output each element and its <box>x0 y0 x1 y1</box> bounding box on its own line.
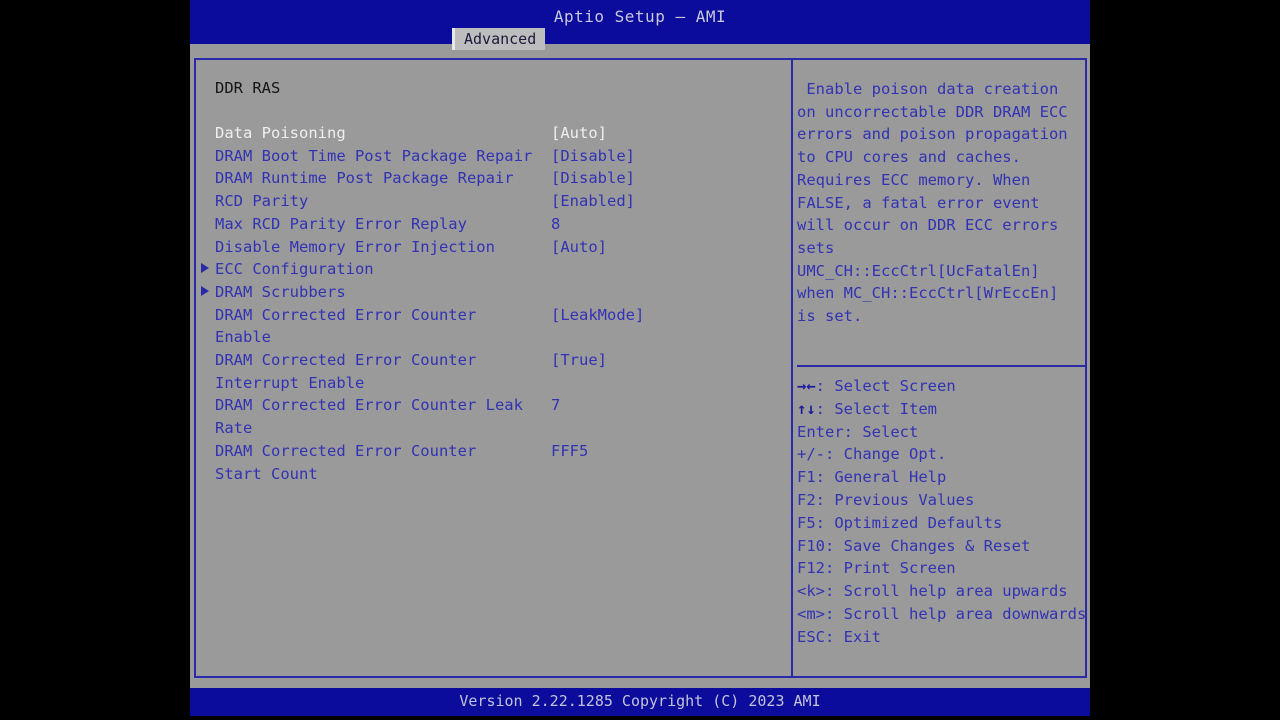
setting-row[interactable]: DRAM Scrubbers <box>196 281 790 304</box>
key-legend-line: Enter: Select <box>797 421 918 444</box>
key-legend-line: F12: Print Screen <box>797 557 956 580</box>
key-legend-line: <m>: Scroll help area downwards <box>797 603 1085 626</box>
key-legend-line: F1: General Help <box>797 466 946 489</box>
setting-label-wrap: Start Count <box>215 464 318 483</box>
setting-value[interactable]: [Disable] <box>551 167 635 190</box>
help-separator <box>797 365 1085 367</box>
setting-value[interactable]: 8 <box>551 213 560 236</box>
settings-list-panel: DDR RAS Data Poisoning [Auto] DRAM Boot Ti… <box>196 60 790 676</box>
setting-row-continuation: Enable <box>196 326 790 349</box>
setting-row[interactable]: DRAM Corrected Error Counter FFF5 <box>196 440 790 463</box>
setting-row-continuation: Interrupt Enable <box>196 372 790 395</box>
setting-label-wrap: Interrupt Enable <box>215 373 365 392</box>
section-title: DDR RAS <box>215 79 281 97</box>
setting-row[interactable]: DRAM Corrected Error Counter [True] <box>196 349 790 372</box>
key-legend-text: : Select Screen <box>815 377 956 395</box>
key-legend-text: <k>: Scroll help area upwards <box>797 582 1068 601</box>
key-legend-line: F2: Previous Values <box>797 489 974 512</box>
setting-label: Disable Memory Error Injection <box>215 237 495 256</box>
key-legend-line: ↑↓: Select Item <box>797 398 937 421</box>
key-legend-text: +/-: Change Opt. <box>797 445 947 464</box>
setting-row[interactable]: Max RCD Parity Error Replay 8 <box>196 213 790 236</box>
setting-row[interactable]: DRAM Corrected Error Counter [LeakMode] <box>196 304 790 327</box>
setting-row[interactable]: DRAM Boot Time Post Package Repair [Disab… <box>196 145 790 168</box>
submenu-arrow-icon <box>201 285 209 296</box>
setting-label: DRAM Boot Time Post Package Repair <box>215 146 533 165</box>
help-line: is set. <box>797 307 863 325</box>
key-legend-line: F10: Save Changes & Reset <box>797 535 1030 558</box>
key-legend-text: F2: Previous Values <box>797 491 975 509</box>
title-bar: Aptio Setup – AMI Advanced <box>190 0 1090 50</box>
bios-screen: Aptio Setup – AMI Advanced DDR RAS Data … <box>0 0 1280 720</box>
help-line: Requires ECC memory. When <box>797 170 1031 189</box>
setting-row[interactable]: DRAM Corrected Error Counter Leak 7 <box>196 394 790 417</box>
bios-window: Aptio Setup – AMI Advanced DDR RAS Data … <box>190 0 1090 716</box>
setting-label: DRAM Scrubbers <box>215 282 346 301</box>
setting-row-continuation: Start Count <box>196 463 790 486</box>
setting-label: ECC Configuration <box>215 260 374 279</box>
help-line: will occur on DDR ECC errors <box>797 216 1059 235</box>
help-line: sets <box>797 238 835 257</box>
key-legend-text: <m>: Scroll help area downwards <box>797 605 1085 623</box>
key-glyph-icon: ↑↓ <box>797 399 816 418</box>
key-legend-text: : Select Item <box>815 399 937 418</box>
key-legend-line: <k>: Scroll help area upwards <box>797 580 1068 603</box>
setting-value[interactable]: [Auto] <box>551 122 607 145</box>
help-line: when MC_CH::EccCtrl[WrEccEn] <box>797 284 1059 303</box>
setting-label: DRAM Runtime Post Package Repair <box>215 169 514 188</box>
key-legend-text: F5: Optimized Defaults <box>797 513 1003 532</box>
setting-label: DRAM Corrected Error Counter <box>215 351 477 369</box>
setting-row[interactable]: ECC Configuration <box>196 258 790 281</box>
setting-row-continuation: Rate <box>196 417 790 440</box>
key-legend-text: F10: Save Changes & Reset <box>797 536 1031 555</box>
setting-label: DRAM Corrected Error Counter Leak <box>215 396 523 415</box>
setting-row[interactable]: Disable Memory Error Injection [Auto] <box>196 236 790 259</box>
key-legend-line: +/-: Change Opt. <box>797 443 946 466</box>
setting-label: Max RCD Parity Error Replay <box>215 214 467 233</box>
tab-advanced[interactable]: Advanced <box>452 28 546 50</box>
help-line: UMC_CH::EccCtrl[UcFatalEn] <box>797 261 1040 280</box>
setting-value[interactable]: [Enabled] <box>551 190 635 213</box>
setting-value[interactable]: [LeakMode] <box>551 304 644 327</box>
version-text: Version 2.22.1285 Copyright (C) 2023 AMI <box>459 692 821 710</box>
submenu-arrow-icon <box>201 263 209 274</box>
key-legend-text: ESC: Exit <box>797 627 881 646</box>
setting-row[interactable]: DRAM Runtime Post Package Repair [Disable… <box>196 167 790 190</box>
setting-label: RCD Parity <box>215 192 309 211</box>
setting-label: DRAM Corrected Error Counter <box>215 441 477 460</box>
key-legend-text: Enter: Select <box>797 422 919 441</box>
key-legend-line: F5: Optimized Defaults <box>797 512 1002 535</box>
key-legend-line: ESC: Exit <box>797 626 881 649</box>
key-glyph-icon: →← <box>797 377 816 395</box>
help-line: on uncorrectable DDR DRAM ECC <box>797 102 1068 121</box>
footer-bar: Version 2.22.1285 Copyright (C) 2023 AMI <box>190 688 1090 716</box>
setting-row[interactable]: Data Poisoning [Auto] <box>196 122 790 145</box>
setting-label-wrap: Rate <box>215 419 253 438</box>
setting-value[interactable]: [True] <box>551 349 607 372</box>
help-line: to CPU cores and caches. <box>797 148 1021 167</box>
setting-label: Data Poisoning <box>215 124 346 142</box>
help-line: errors and poison propagation <box>797 125 1068 144</box>
key-legend-text: F1: General Help <box>797 468 947 487</box>
page-title: Aptio Setup – AMI <box>553 7 727 26</box>
help-panel: Enable poison data creation on uncorrecta… <box>793 60 1085 676</box>
help-line: FALSE, a fatal error event <box>797 193 1040 212</box>
panels-container: DDR RAS Data Poisoning [Auto] DRAM Boot Ti… <box>194 58 1087 678</box>
setting-value[interactable]: [Auto] <box>551 236 607 259</box>
key-legend-text: F12: Print Screen <box>797 559 956 578</box>
setting-value[interactable]: FFF5 <box>551 440 588 463</box>
setting-label: DRAM Corrected Error Counter <box>215 305 477 324</box>
key-legend-line: →←: Select Screen <box>797 375 956 398</box>
setting-row[interactable]: RCD Parity [Enabled] <box>196 190 790 213</box>
setting-label-wrap: Enable <box>215 328 271 347</box>
setting-value[interactable]: 7 <box>551 394 560 417</box>
setting-value[interactable]: [Disable] <box>551 145 635 168</box>
help-line: Enable poison data creation <box>797 80 1059 98</box>
